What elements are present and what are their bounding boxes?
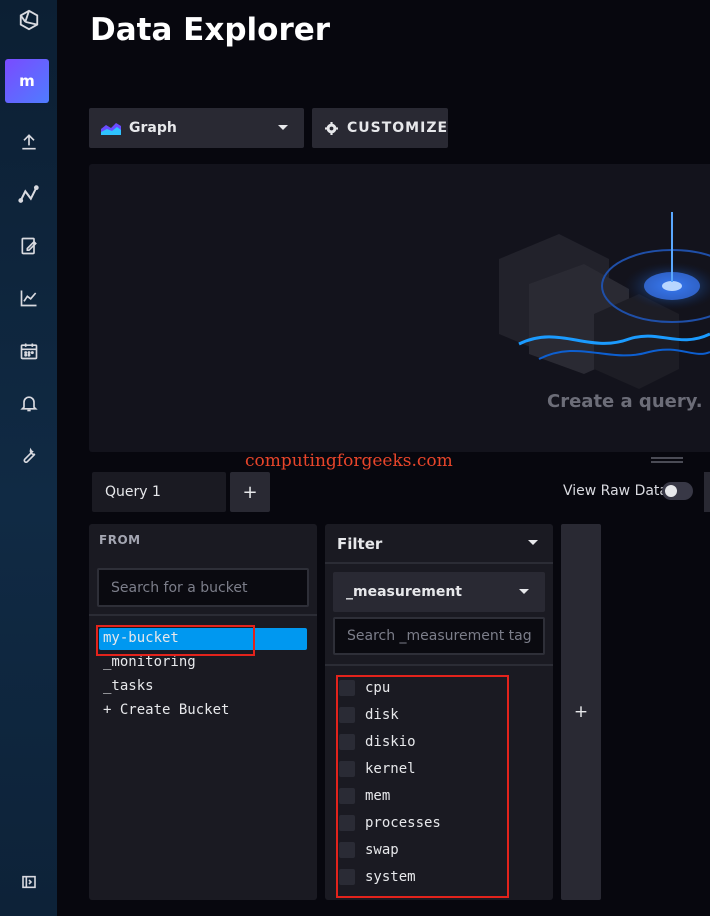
- from-label: FROM: [99, 533, 141, 547]
- measurement-key-dropdown[interactable]: _measurement: [333, 572, 545, 612]
- alerts-bell-icon[interactable]: [0, 383, 57, 423]
- add-query-button[interactable]: +: [230, 472, 270, 512]
- chevron-down-icon[interactable]: [528, 540, 538, 545]
- bucket-item-monitoring[interactable]: _monitoring: [103, 654, 196, 670]
- chevron-down-icon: [519, 589, 529, 594]
- bucket-item-tasks[interactable]: _tasks: [103, 678, 154, 694]
- upload-icon[interactable]: [0, 122, 57, 162]
- chevron-down-icon: [278, 125, 288, 130]
- annotation-highlight-box: [336, 675, 509, 898]
- notebook-icon[interactable]: [0, 226, 57, 266]
- org-avatar[interactable]: m: [5, 59, 49, 103]
- settings-wrench-icon[interactable]: [0, 435, 57, 475]
- dashboard-icon[interactable]: [0, 278, 57, 318]
- tab-query-1[interactable]: Query 1: [92, 472, 226, 512]
- measurement-search-input[interactable]: Search _measurement tag: [333, 617, 545, 655]
- view-type-dropdown[interactable]: Graph: [89, 108, 304, 148]
- resize-handle[interactable]: [651, 457, 683, 459]
- divider: [89, 614, 317, 616]
- create-bucket-link[interactable]: + Create Bucket: [103, 702, 229, 718]
- resize-handle-line[interactable]: [651, 461, 683, 463]
- add-filter-button[interactable]: +: [561, 524, 601, 900]
- view-raw-data-label: View Raw Data: [563, 483, 668, 499]
- view-type-label: Graph: [129, 120, 177, 136]
- bucket-search-input[interactable]: Search for a bucket: [97, 568, 309, 607]
- graph-type-icon: [101, 121, 121, 135]
- toggle-knob: [665, 485, 677, 497]
- influx-logo-icon[interactable]: [0, 0, 57, 40]
- submit-button-partial[interactable]: [704, 472, 710, 512]
- empty-graph-text: Create a query. H: [547, 391, 710, 412]
- annotation-highlight-box: [96, 625, 255, 656]
- customize-button[interactable]: CUSTOMIZE: [312, 108, 448, 148]
- customize-label: CUSTOMIZE: [347, 120, 449, 136]
- divider: [325, 664, 553, 666]
- watermark-text: computingforgeeks.com: [245, 451, 453, 471]
- collapse-sidebar-icon[interactable]: [0, 862, 57, 902]
- page-title: Data Explorer: [90, 12, 331, 48]
- sidebar-nav: m: [0, 0, 57, 916]
- filter-label[interactable]: Filter: [337, 535, 382, 553]
- data-explorer-icon[interactable]: [0, 175, 57, 215]
- tasks-calendar-icon[interactable]: [0, 331, 57, 371]
- divider: [325, 562, 553, 564]
- view-raw-data-toggle[interactable]: [662, 482, 693, 500]
- measurement-key-label: _measurement: [346, 584, 462, 600]
- gear-icon: [325, 121, 338, 135]
